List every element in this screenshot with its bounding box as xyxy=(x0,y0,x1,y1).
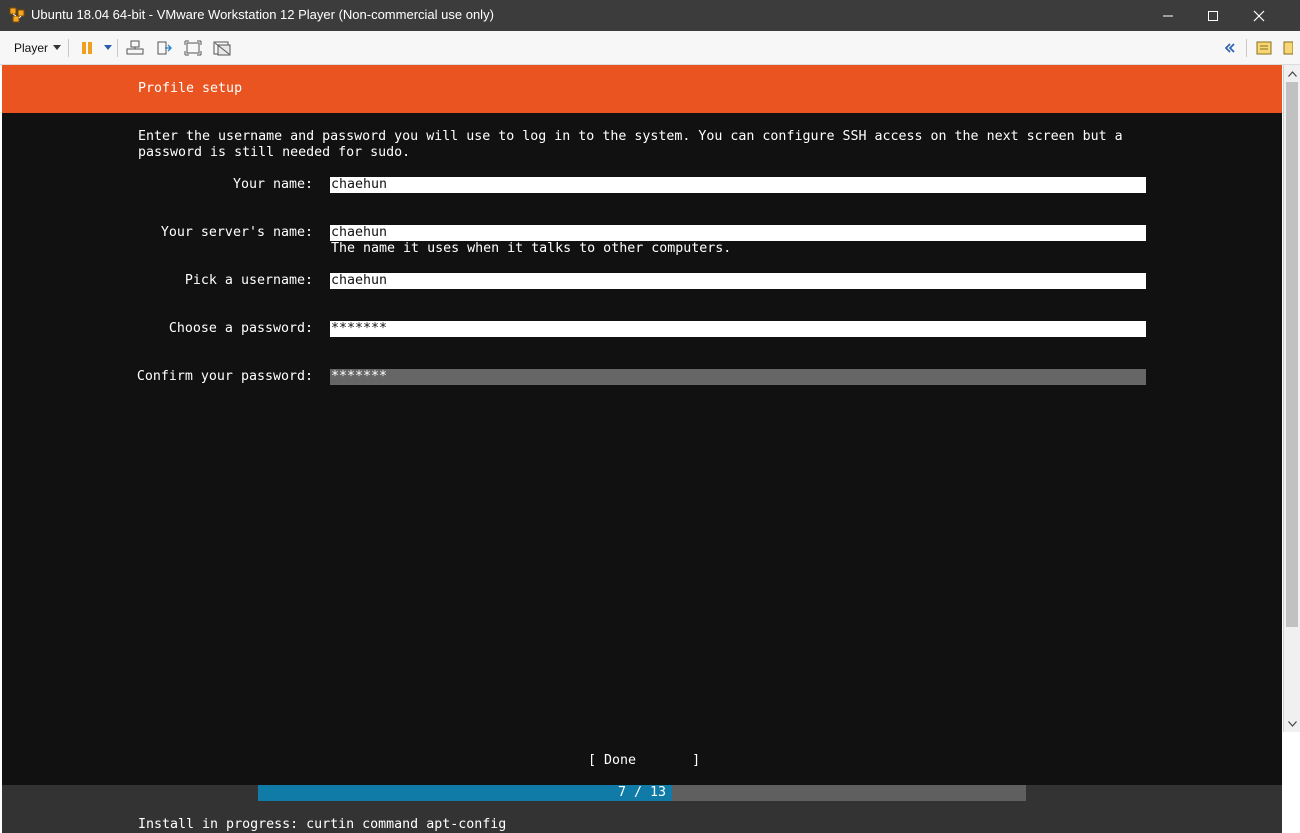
confirm-password-label: Confirm your password: xyxy=(136,369,313,384)
maximize-icon xyxy=(1208,10,1218,21)
scroll-down-button[interactable] xyxy=(1284,715,1300,732)
vertical-scrollbar[interactable] xyxy=(1283,65,1300,732)
maximize-button[interactable] xyxy=(1190,0,1236,31)
done-button[interactable]: [ Done ] xyxy=(588,753,700,769)
password-input[interactable]: ******* xyxy=(330,321,1146,337)
window-title: Ubuntu 18.04 64-bit - VMware Workstation… xyxy=(31,7,494,22)
collapse-toolbar-button[interactable] xyxy=(1224,31,1236,64)
install-progress-bar: 7 / 13 xyxy=(258,785,1026,801)
intro-line-1: Enter the username and password you will… xyxy=(138,129,1123,144)
unity-button[interactable] xyxy=(213,31,231,64)
scroll-up-button[interactable] xyxy=(1284,65,1300,82)
full-screen-icon xyxy=(184,40,202,55)
chevron-up-icon xyxy=(1287,70,1297,77)
message-log-button[interactable] xyxy=(1283,31,1293,64)
your-name-label: Your name: xyxy=(232,177,313,192)
full-screen-button[interactable] xyxy=(184,31,202,64)
chevron-down-icon xyxy=(104,45,112,50)
chevron-down-icon xyxy=(1287,720,1297,727)
send-ctrl-alt-del-button[interactable] xyxy=(126,31,144,64)
pause-icon xyxy=(82,41,92,54)
server-name-input[interactable]: chaehun xyxy=(330,225,1146,241)
toolbar-divider xyxy=(117,39,118,57)
vm-settings-icon xyxy=(1256,41,1272,54)
close-icon xyxy=(1253,10,1265,21)
password-label: Choose a password: xyxy=(168,321,313,336)
intro-text: Enter the username and password you will… xyxy=(138,129,1123,161)
toolbar-divider xyxy=(68,39,69,57)
unity-icon xyxy=(213,41,231,55)
your-name-input[interactable]: chaehun xyxy=(330,177,1146,193)
confirm-password-input[interactable]: ******* xyxy=(330,369,1146,385)
message-log-icon xyxy=(1283,41,1293,54)
pause-button[interactable] xyxy=(80,31,94,64)
removable-devices-button[interactable] xyxy=(156,31,172,64)
scrollbar-thumb[interactable] xyxy=(1286,82,1298,627)
server-name-help: The name it uses when it talks to other … xyxy=(331,241,732,256)
send-ctrl-alt-del-icon xyxy=(126,40,144,54)
intro-line-2: password is still needed for sudo. xyxy=(138,145,411,160)
removable-devices-icon xyxy=(157,41,172,54)
server-name-label: Your server's name: xyxy=(160,225,313,240)
player-menu-label: Player xyxy=(14,40,49,55)
player-toolbar: Player xyxy=(0,31,1300,65)
window-title-bar[interactable]: Ubuntu 18.04 64-bit - VMware Workstation… xyxy=(0,0,1300,31)
window-frame-edge xyxy=(1283,732,1300,833)
chevron-down-icon xyxy=(53,45,62,50)
install-progress-text: 7 / 13 xyxy=(617,785,667,800)
page-title: Profile setup xyxy=(138,81,243,96)
toolbar-divider xyxy=(1246,39,1247,57)
close-button[interactable] xyxy=(1236,0,1282,31)
vmware-app-icon xyxy=(9,7,25,23)
minimize-button[interactable] xyxy=(1145,0,1191,31)
username-label: Pick a username: xyxy=(184,273,313,288)
player-menu-button[interactable]: Player xyxy=(14,31,62,64)
collapse-icon xyxy=(1224,42,1235,53)
vm-settings-button[interactable] xyxy=(1256,31,1272,64)
minimize-icon xyxy=(1163,15,1173,16)
username-input[interactable]: chaehun xyxy=(330,273,1146,289)
power-menu-button[interactable] xyxy=(104,31,112,64)
installer-header-bar: Profile setup xyxy=(2,65,1282,113)
install-status-text: Install in progress: curtin command apt-… xyxy=(138,817,507,832)
vm-console-screen[interactable]: Profile setup Enter the username and pas… xyxy=(2,65,1282,833)
